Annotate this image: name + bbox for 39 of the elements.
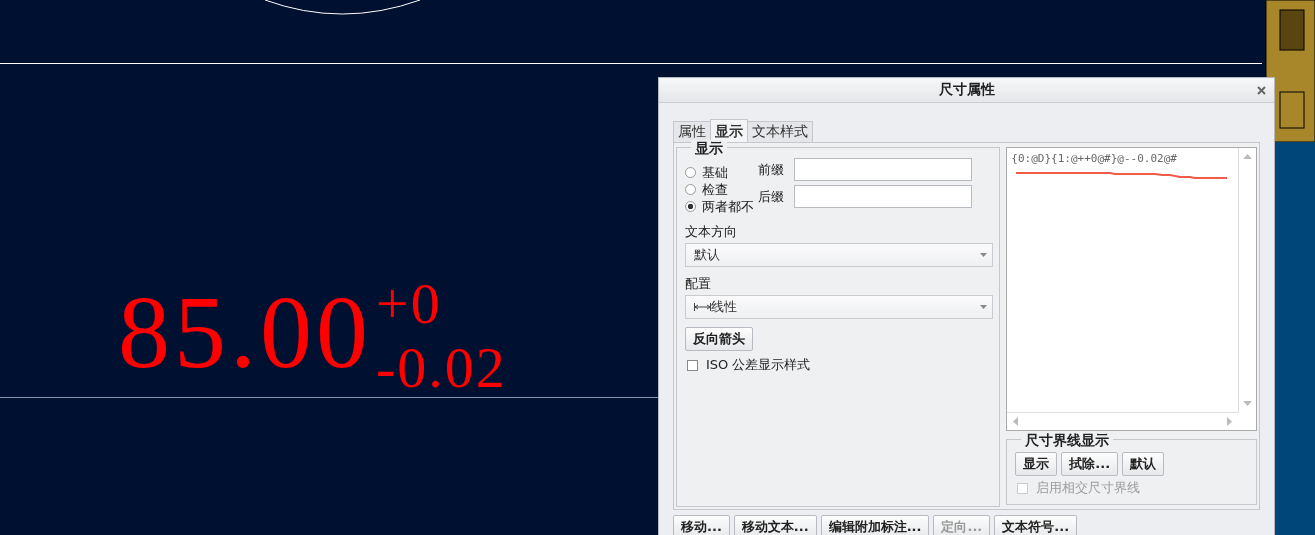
toolbar-button[interactable]: 拭除... <box>1061 452 1119 477</box>
input-field[interactable] <box>794 158 972 181</box>
dialog-button[interactable]: 移动文本... <box>733 515 817 535</box>
scroll-right-icon[interactable] <box>1227 417 1232 427</box>
flip-arrows-button[interactable]: 反向箭头 <box>685 327 753 351</box>
tab[interactable]: 属性 <box>673 121 711 142</box>
radio-option[interactable]: 检查 <box>685 181 754 198</box>
scroll-up-icon[interactable] <box>1243 154 1252 159</box>
tab[interactable]: 文本样式 <box>747 121 813 142</box>
group-title: 显示 <box>691 140 727 158</box>
dropdown[interactable]: 默认 <box>685 243 994 267</box>
text-value: {0:@D}{1:@++0@#}@--0.02@# <box>1011 152 1178 165</box>
input-field[interactable] <box>794 185 972 208</box>
text-editor[interactable]: {0:@D}{1:@++0@#}@--0.02@# <box>1006 147 1257 432</box>
dialog-button[interactable]: 文本符号... <box>994 515 1078 535</box>
field-label: 前缀 <box>758 160 784 179</box>
caret-icon <box>980 253 988 257</box>
linear-dimension-icon <box>694 303 711 311</box>
scroll-down-icon[interactable] <box>1243 401 1252 407</box>
caret-icon <box>980 305 988 309</box>
dialog-button[interactable]: 移动... <box>673 515 730 535</box>
group-title: 尺寸界线显示 <box>1021 432 1114 451</box>
dimension-value: 85.00 <box>118 280 372 384</box>
lower-tolerance: -0.02 <box>376 335 507 400</box>
dropdown[interactable]: 线性 <box>685 295 994 319</box>
checkbox-option[interactable]: ISO 公差显示样式 <box>687 356 994 374</box>
dialog-button[interactable]: 编辑附加标注... <box>820 515 930 535</box>
field-label: 配置 <box>685 275 712 293</box>
scroll-left-icon[interactable] <box>1013 417 1019 427</box>
upper-tolerance: +0 <box>376 272 443 336</box>
window-title: 尺寸属性 <box>938 81 995 99</box>
tab[interactable]: 显示 <box>710 119 748 142</box>
field-label: 文本方向 <box>685 223 738 241</box>
radio-option[interactable]: 两者都不 <box>685 198 754 215</box>
radio-option[interactable]: 基础 <box>685 164 754 181</box>
field-label: 后缀 <box>758 187 784 206</box>
toolbar-button[interactable]: 显示 <box>1015 452 1058 477</box>
toolbar-button[interactable]: 默认 <box>1122 452 1165 477</box>
close-icon[interactable] <box>1257 86 1266 95</box>
